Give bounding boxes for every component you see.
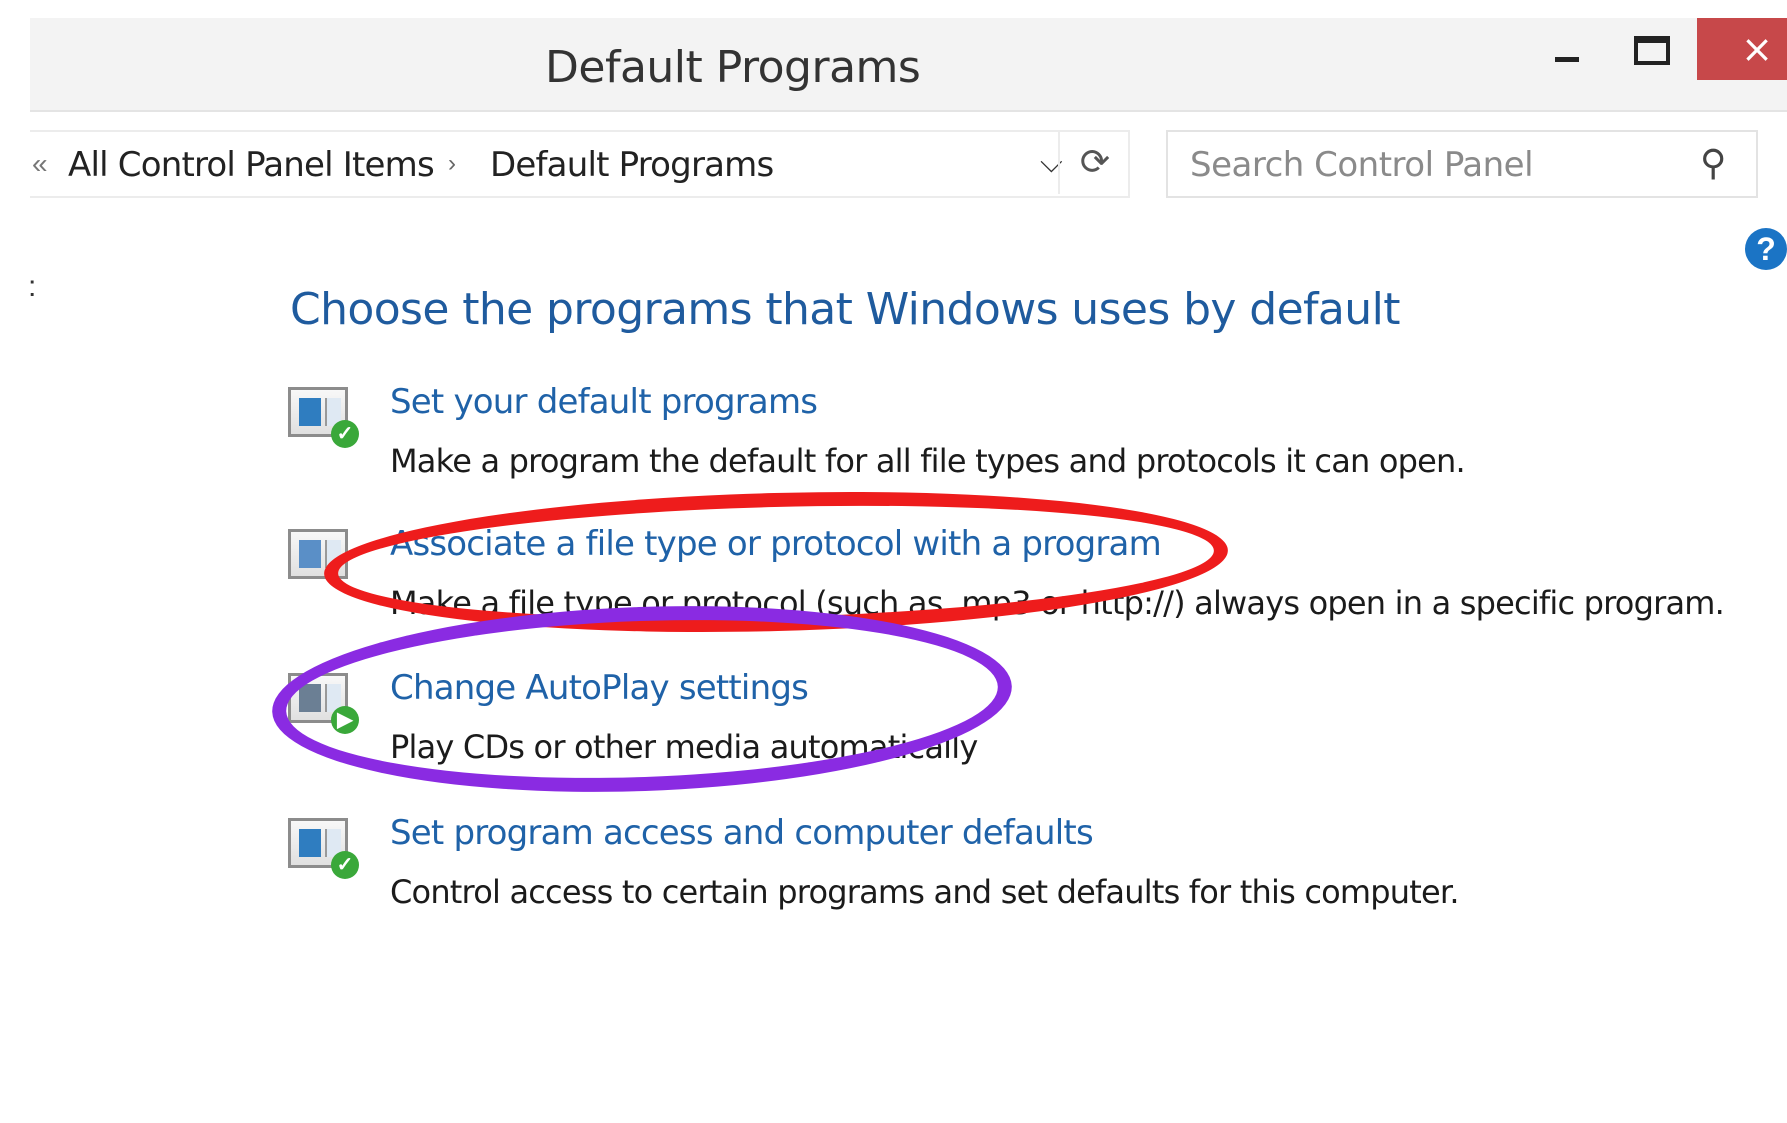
autoplay-icon[interactable]: ▶: [288, 673, 359, 734]
maximize-button[interactable]: [1612, 18, 1687, 80]
default-programs-icon[interactable]: ✓: [288, 387, 359, 448]
change-autoplay-settings-link[interactable]: Change AutoPlay settings: [390, 668, 809, 708]
page-title: Choose the programs that Windows uses by…: [290, 284, 1400, 335]
option-description: Control access to certain programs and s…: [390, 873, 1460, 911]
set-default-programs-link[interactable]: Set your default programs: [390, 382, 818, 422]
search-input[interactable]: [1188, 142, 1662, 188]
option-description: Make a file type or protocol (such as .m…: [390, 584, 1725, 622]
window-title: Default Programs: [545, 42, 921, 93]
address-bar[interactable]: « All Control Panel Items › Default Prog…: [30, 130, 1130, 198]
help-icon[interactable]: ?: [1745, 228, 1787, 270]
associate-file-type-link[interactable]: Associate a file type or protocol with a…: [390, 524, 1162, 564]
option-description: Play CDs or other media automatically: [390, 728, 978, 766]
set-program-access-link[interactable]: Set program access and computer defaults: [390, 813, 1094, 853]
breadcrumb-all-control-panel-items[interactable]: All Control Panel Items: [68, 145, 435, 185]
close-button[interactable]: ×: [1697, 18, 1787, 80]
minimize-button[interactable]: [1525, 18, 1600, 80]
search-icon[interactable]: ⚲: [1700, 142, 1726, 184]
refresh-button[interactable]: ⟳: [1058, 130, 1130, 194]
title-bar: Default Programs ×: [30, 18, 1787, 112]
left-nav-fragment: :: [28, 270, 37, 303]
breadcrumb-separator-icon[interactable]: ›: [448, 150, 456, 178]
file-association-icon[interactable]: [288, 529, 348, 579]
search-box[interactable]: ⚲: [1166, 130, 1758, 198]
option-description: Make a program the default for all file …: [390, 442, 1466, 480]
breadcrumb-default-programs[interactable]: Default Programs: [490, 145, 774, 185]
program-access-icon[interactable]: ✓: [288, 818, 359, 879]
breadcrumb-overflow-icon[interactable]: «: [32, 148, 48, 180]
